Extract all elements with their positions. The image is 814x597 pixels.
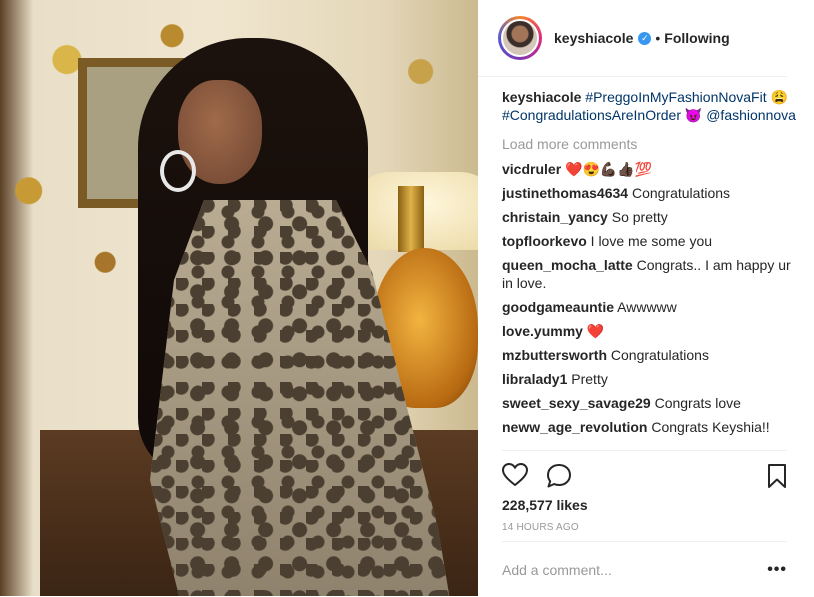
caption-hashtag-2[interactable]: #CongradulationsAreInOrder [502,107,681,123]
lamp-neck [398,186,424,252]
avatar[interactable] [501,19,539,57]
comment-text: ❤️😍💪🏿👍🏿💯 [565,161,653,177]
comment-username[interactable]: goodgameauntie [502,299,614,315]
comment-username[interactable]: libralady1 [502,371,567,387]
comment-username[interactable]: sweet_sexy_savage29 [502,395,651,411]
caption-hashtag-1[interactable]: #PreggoInMyFashionNovaFit [585,89,766,105]
comment: sweet_sexy_savage29 Congrats love [502,394,800,412]
action-bar [501,450,787,497]
add-comment-input[interactable] [502,561,768,578]
speech-bubble-icon[interactable] [546,463,572,494]
comment-username[interactable]: neww_age_revolution [502,419,647,435]
comment-text: I love me some you [590,233,713,249]
story-ring[interactable] [498,16,542,60]
comment: love.yummy ❤️ [502,322,800,340]
comment-text: Pretty [571,371,608,387]
comment-text: Congrats Keyshia!! [651,419,770,435]
header-separator: • [655,30,661,46]
comment-username[interactable]: mzbuttersworth [502,347,607,363]
comments-list[interactable]: keyshiacole #PreggoInMyFashionNovaFit 😩 … [478,77,814,447]
comment: justinethomas4634 Congratulations [502,184,800,202]
verified-badge-icon: ✓ [638,31,652,45]
instagram-post: keyshiacole ✓ • Following keyshiacole #P… [0,0,814,596]
caption-emoji-2: 😈 [684,107,703,123]
comment: goodgameauntie Awwwww [502,298,800,316]
more-options-button[interactable]: ••• [767,561,787,579]
comment-text: ❤️ [586,323,605,339]
header-username[interactable]: keyshiacole [554,30,633,46]
comment: topfloorkevo I love me some you [502,232,800,250]
comment-text: Congrats love [654,395,741,411]
add-comment-bar: ••• [502,541,787,597]
comment-username[interactable]: love.yummy [502,323,583,339]
post-header: keyshiacole ✓ • Following [478,0,787,77]
post-timestamp[interactable]: 14 HOURS AGO [502,522,579,533]
post-caption: keyshiacole #PreggoInMyFashionNovaFit 😩 … [502,88,800,124]
post-photo[interactable] [0,0,478,596]
comment-username[interactable]: christain_yancy [502,209,608,225]
comment: queen_mocha_latte Congrats.. I am happy … [502,256,800,292]
load-more-comments-link[interactable]: Load more comments [502,136,800,152]
comment-username[interactable]: vicdruler [502,161,561,177]
comment: neww_age_revolution Congrats Keyshia!! [502,418,800,436]
following-button[interactable]: Following [664,30,729,46]
comment-text: Awwwww [617,299,677,315]
caption-username[interactable]: keyshiacole [502,89,581,105]
comment: vicdruler ❤️😍💪🏿👍🏿💯 [502,160,800,178]
likes-count[interactable]: 228,577 likes [502,497,588,513]
bookmark-outline-icon[interactable] [767,463,787,494]
caption-emoji-1: 😩 [770,89,788,105]
comment-username[interactable]: justinethomas4634 [502,185,628,201]
comment-username[interactable]: queen_mocha_latte [502,257,633,273]
hoop-earring [160,150,196,192]
post-sidebar: keyshiacole ✓ • Following keyshiacole #P… [478,0,814,596]
comment: mzbuttersworth Congratulations [502,346,800,364]
comment-text: So pretty [611,209,668,225]
caption-mention[interactable]: @fashionnova [706,107,796,123]
heart-outline-icon[interactable] [501,462,529,492]
comment: christain_yancy So pretty [502,208,800,226]
comment: libralady1 Pretty [502,370,800,388]
comment-text: Congratulations [631,185,731,201]
comment-username[interactable]: topfloorkevo [502,233,587,249]
comment-text: Congratulations [610,347,709,363]
